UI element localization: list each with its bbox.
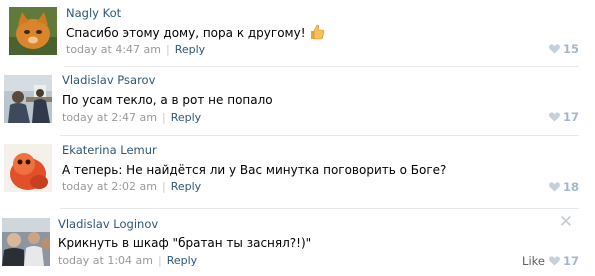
comment-date[interactable]: today at 2:47 am <box>62 111 157 124</box>
comment-date[interactable]: today at 4:47 am <box>66 43 161 56</box>
comment-item: Ekaterina Lemur А теперь: Не найдётся ли… <box>0 136 595 206</box>
comment-text: Спасибо этому дому, пора к другому! <box>66 24 325 43</box>
comment-text-content: Спасибо этому дому, пора к другому! <box>66 26 306 40</box>
comment-item: Nagly Kot Спасибо этому дому, пора к дру… <box>0 0 595 66</box>
meta-separator: | <box>157 254 162 267</box>
like-button[interactable]: Like 17 <box>522 254 579 269</box>
avatar[interactable] <box>4 75 52 123</box>
like-button[interactable]: 17 <box>549 110 579 125</box>
avatar[interactable] <box>4 144 52 192</box>
like-label: Like <box>522 254 545 268</box>
avatar[interactable] <box>9 7 57 55</box>
thumbs-up-emoji-icon <box>309 24 325 43</box>
like-count: 17 <box>562 110 579 124</box>
like-button[interactable]: 15 <box>549 42 579 57</box>
comment-item: Vladislav Loginov ✕ Крикнуть в шкаф "бра… <box>0 209 595 276</box>
meta-separator: | <box>161 111 166 124</box>
comment-meta: today at 4:47 am | Reply <box>66 43 205 56</box>
comment-meta: today at 2:02 am | Reply <box>62 180 201 193</box>
comment-text: А теперь: Не найдётся ли у Вас минутка п… <box>62 163 447 177</box>
close-icon[interactable]: ✕ <box>559 214 573 231</box>
heart-icon <box>549 111 560 125</box>
comment-item: Vladislav Psarov По усам текло, а в рот … <box>0 67 595 133</box>
meta-separator: | <box>165 43 170 56</box>
comment-meta: today at 1:04 am | Reply <box>58 254 197 267</box>
comment-date[interactable]: today at 1:04 am <box>58 254 153 267</box>
author-name[interactable]: Nagly Kot <box>66 6 121 20</box>
author-name[interactable]: Ekaterina Lemur <box>62 143 157 157</box>
like-count: 15 <box>562 42 579 56</box>
avatar[interactable] <box>2 218 50 266</box>
comment-date[interactable]: today at 2:02 am <box>62 180 157 193</box>
like-count: 18 <box>562 180 579 194</box>
heart-icon <box>549 181 560 195</box>
author-name[interactable]: Vladislav Loginov <box>58 217 158 231</box>
like-count: 17 <box>562 254 579 268</box>
reply-link[interactable]: Reply <box>167 254 197 267</box>
reply-link[interactable]: Reply <box>171 111 201 124</box>
heart-icon <box>549 255 560 269</box>
reply-link[interactable]: Reply <box>171 180 201 193</box>
comment-text: Крикнуть в шкаф "братан ты заснял?!)" <box>58 236 312 250</box>
comment-text: По усам текло, а в рот не попало <box>62 93 273 107</box>
like-button[interactable]: 18 <box>549 180 579 195</box>
heart-icon <box>549 43 560 57</box>
author-name[interactable]: Vladislav Psarov <box>62 73 155 87</box>
meta-separator: | <box>161 180 166 193</box>
reply-link[interactable]: Reply <box>175 43 205 56</box>
comment-meta: today at 2:47 am | Reply <box>62 111 201 124</box>
